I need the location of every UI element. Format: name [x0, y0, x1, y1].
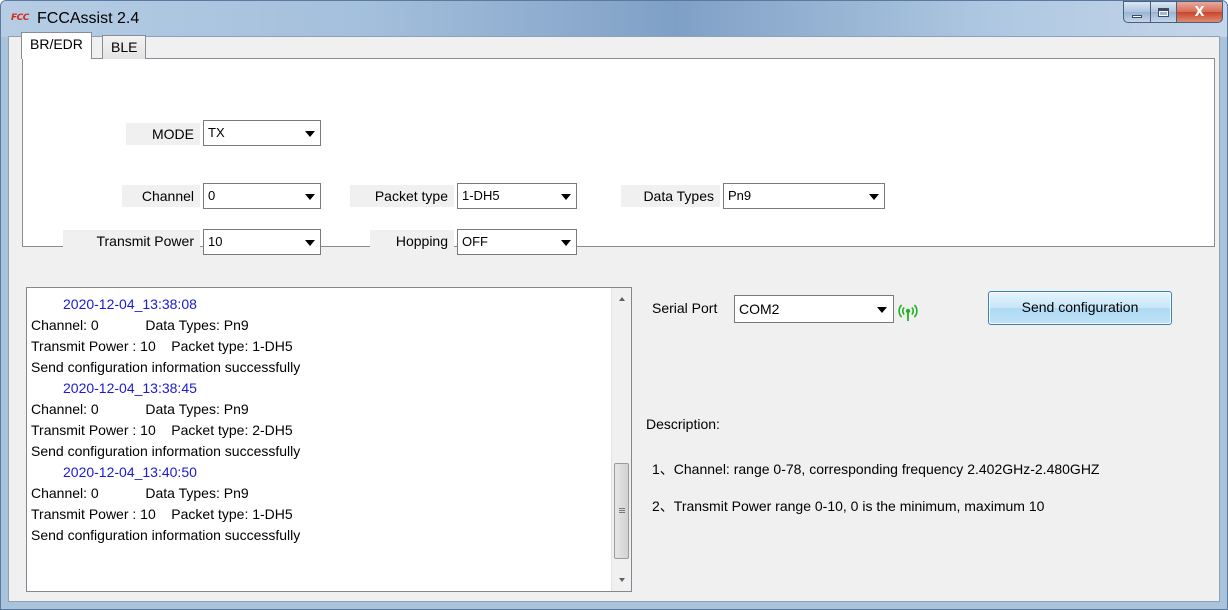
mode-select[interactable]: TX: [203, 120, 321, 146]
chevron-down-icon: [305, 194, 315, 200]
log-line: Send configuration information successfu…: [31, 359, 301, 375]
scroll-down-button[interactable]: [612, 571, 631, 589]
close-icon: X: [1194, 4, 1205, 20]
data-types-select[interactable]: Pn9: [723, 183, 885, 209]
minimize-button[interactable]: [1123, 1, 1151, 23]
chevron-down-icon: [305, 131, 315, 137]
close-button[interactable]: X: [1177, 1, 1223, 23]
packet-type-label: Packet type: [350, 185, 454, 207]
log-textbox[interactable]: 2020-12-04_13:38:08 Channel: 0 Data Type…: [26, 287, 632, 592]
mode-label: MODE: [126, 123, 200, 145]
transmit-power-select[interactable]: 10: [203, 229, 321, 255]
minimize-icon: [1132, 14, 1142, 18]
tab-br-edr[interactable]: BR/EDR: [21, 32, 92, 59]
maximize-icon: [1158, 7, 1169, 17]
log-timestamp: 2020-12-04_13:40:50: [63, 464, 197, 480]
channel-select[interactable]: 0: [203, 183, 321, 209]
scroll-thumb[interactable]: [614, 463, 629, 559]
hopping-label: Hopping: [370, 230, 454, 252]
serial-port-select[interactable]: COM2: [734, 295, 894, 323]
channel-label: Channel: [122, 185, 200, 207]
log-timestamp: 2020-12-04_13:38:45: [63, 380, 197, 396]
chevron-down-icon: [561, 240, 571, 246]
mode-select-value: TX: [208, 125, 225, 140]
channel-select-value: 0: [208, 188, 216, 203]
description-item: 2、Transmit Power range 0-10, 0 is the mi…: [652, 498, 1045, 514]
title-bar: FCC FCCAssist 2.4 X: [1, 1, 1227, 37]
log-line: Channel: 0 Data Types: Pn9: [31, 485, 249, 501]
hopping-select[interactable]: OFF: [457, 229, 577, 255]
chevron-down-icon: [305, 240, 315, 246]
log-line: Transmit Power : 10 Packet type: 1-DH5: [31, 506, 293, 522]
window-controls: X: [1123, 1, 1223, 23]
data-types-select-value: Pn9: [728, 188, 752, 203]
log-line: Transmit Power : 10 Packet type: 2-DH5: [31, 422, 293, 438]
packet-type-select-value: 1-DH5: [462, 188, 500, 203]
log-line: Send configuration information successfu…: [31, 527, 301, 543]
connection-status-icon: [898, 304, 918, 321]
log-line: Transmit Power : 10 Packet type: 1-DH5: [31, 338, 293, 354]
transmit-power-select-value: 10: [208, 234, 223, 249]
tab-ble[interactable]: BLE: [102, 35, 147, 59]
hopping-select-value: OFF: [462, 234, 488, 249]
packet-type-select[interactable]: 1-DH5: [457, 183, 577, 209]
serial-port-label: Serial Port: [652, 300, 718, 316]
transmit-power-label: Transmit Power: [63, 230, 200, 252]
arrow-up-icon: [618, 297, 625, 301]
scroll-up-button[interactable]: [612, 290, 631, 308]
maximize-button[interactable]: [1151, 1, 1177, 23]
chevron-down-icon: [869, 194, 879, 200]
chevron-down-icon: [561, 194, 571, 200]
log-scrollbar[interactable]: [611, 288, 631, 591]
arrow-down-icon: [618, 578, 625, 582]
data-types-label: Data Types: [621, 185, 720, 207]
description-item: 1、Channel: range 0-78, corresponding fre…: [652, 461, 1100, 477]
log-timestamp: 2020-12-04_13:38:08: [63, 296, 197, 312]
log-line: Channel: 0 Data Types: Pn9: [31, 401, 249, 417]
window-title: FCCAssist 2.4: [37, 10, 140, 27]
description-title: Description:: [646, 416, 720, 432]
br-edr-tab-panel: [22, 58, 1215, 247]
chevron-down-icon: [877, 307, 887, 313]
serial-port-value: COM2: [739, 301, 780, 317]
app-logo-icon: FCC: [11, 13, 29, 23]
log-line: Channel: 0 Data Types: Pn9: [31, 317, 249, 333]
send-configuration-button[interactable]: Send configuration: [988, 291, 1172, 325]
log-line: Send configuration information successfu…: [31, 443, 301, 459]
